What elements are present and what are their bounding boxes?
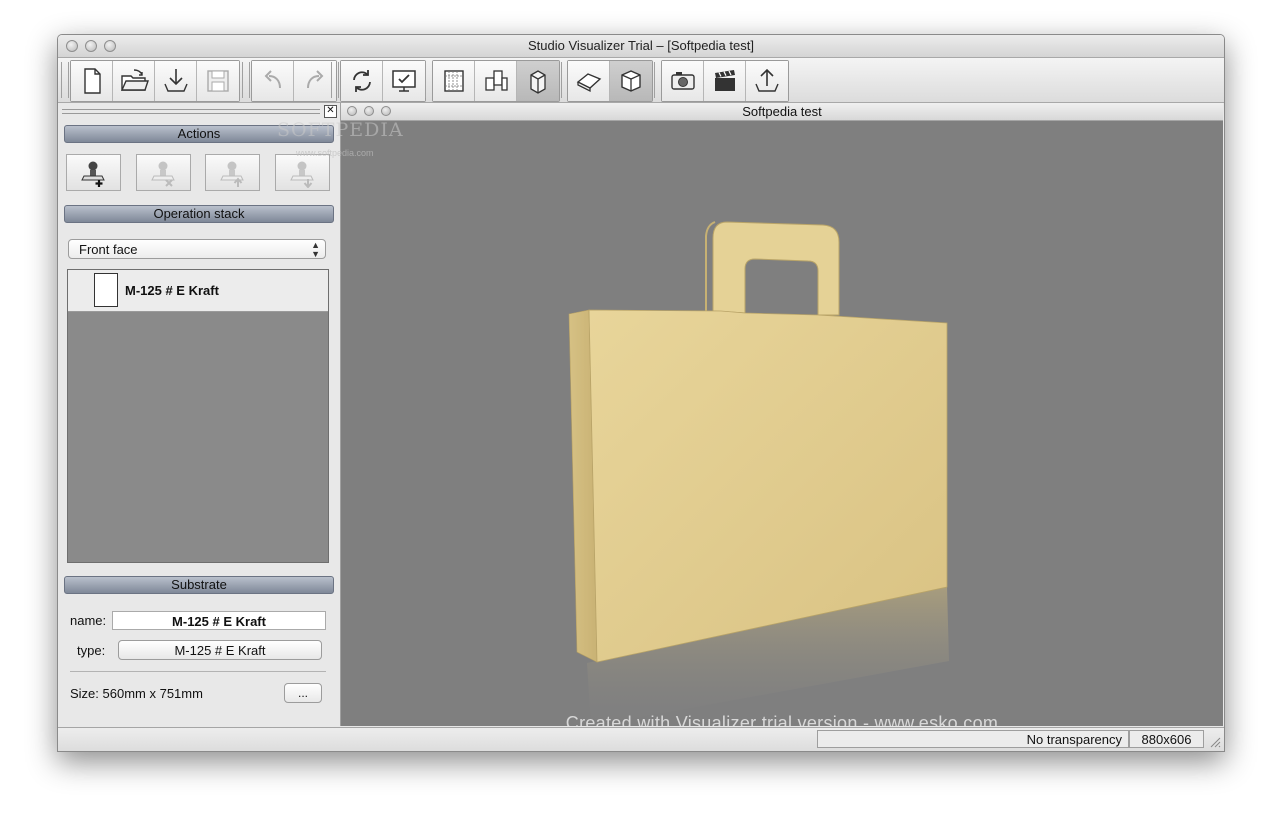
snapshot-button[interactable] <box>662 61 704 101</box>
operations-panel: ✕ Actions Operation stack Front face ▲ ▼ … <box>58 103 341 726</box>
bag-model <box>568 221 949 726</box>
monitor-check-icon <box>392 70 416 92</box>
redo-button[interactable] <box>294 61 336 101</box>
open-folder-icon <box>120 69 149 91</box>
undo-button[interactable] <box>252 61 294 101</box>
trial-watermark: Created with Visualizer trial version - … <box>565 713 999 726</box>
refresh-rotate-icon <box>352 70 371 92</box>
dimension-box-icon <box>530 70 546 94</box>
resize-grip-icon[interactable] <box>1209 736 1221 748</box>
type-label: type: <box>77 643 106 658</box>
cube-icon <box>621 70 641 92</box>
stamp-remove-icon <box>150 161 175 187</box>
new-button[interactable] <box>71 61 113 101</box>
substrate-thumbnail <box>94 273 118 307</box>
name-label: name: <box>70 613 107 628</box>
stamp-add-icon <box>80 161 105 187</box>
status-bar: No transparency 880x606 <box>58 727 1224 751</box>
softpedia-url: www.softpedia.com <box>296 148 374 158</box>
face-select[interactable]: Front face ▲ ▼ <box>68 239 326 259</box>
view-tool-group <box>340 60 426 102</box>
save-button[interactable] <box>197 61 239 101</box>
grid-view-icon <box>443 70 464 92</box>
viewport-title-bar: Softpedia test <box>341 103 1223 121</box>
divider <box>70 671 326 672</box>
substrate-type-button[interactable]: M-125 # E Kraft <box>118 640 322 660</box>
layout-tool-group <box>432 60 560 102</box>
operation-stack-header: Operation stack <box>64 205 334 223</box>
render-tool-group <box>567 60 653 102</box>
new-document-icon <box>83 68 101 94</box>
substrate-name-field[interactable]: M-125 # E Kraft <box>112 611 326 630</box>
substrate-header: Substrate <box>64 576 334 594</box>
dimension-button[interactable] <box>517 61 559 101</box>
zoom-window-button[interactable] <box>104 40 116 52</box>
title-bar: Studio Visualizer Trial – [Softpedia tes… <box>58 35 1224 58</box>
select-arrows-icon: ▲ ▼ <box>311 240 320 259</box>
import-button[interactable] <box>155 61 197 101</box>
animation-button[interactable] <box>704 61 746 101</box>
viewport-close-button[interactable] <box>347 106 357 116</box>
close-window-button[interactable] <box>66 40 78 52</box>
size-text: Size: 560mm x 751mm <box>70 686 203 701</box>
layout-button[interactable] <box>475 61 517 101</box>
flat-view-button[interactable] <box>568 61 610 101</box>
layout-blocks-icon <box>484 70 508 91</box>
remove-operation-button[interactable] <box>136 154 191 191</box>
open-button[interactable] <box>113 61 155 101</box>
face-select-value: Front face <box>79 242 138 257</box>
history-tool-group <box>251 60 337 102</box>
list-item[interactable]: M-125 # E Kraft <box>68 270 328 312</box>
softpedia-logo: SOFTPEDIA <box>277 119 404 141</box>
flat-box-icon <box>576 73 601 93</box>
save-disk-icon <box>207 70 229 92</box>
refresh-button[interactable] <box>341 61 383 101</box>
panel-grip[interactable] <box>62 109 320 114</box>
3d-viewport: Softpedia test Created with Visualizer t… <box>341 103 1223 726</box>
export-upload-icon <box>755 68 779 92</box>
panel-close-button[interactable]: ✕ <box>324 105 337 118</box>
toolbar-grip[interactable] <box>242 62 250 98</box>
main-toolbar <box>58 58 1224 103</box>
viewport-zoom-button[interactable] <box>381 106 391 116</box>
grid-view-button[interactable] <box>433 61 475 101</box>
preview-button[interactable] <box>383 61 425 101</box>
resolution-status: 880x606 <box>1129 730 1204 748</box>
add-operation-button[interactable] <box>66 154 121 191</box>
viewport-title: Softpedia test <box>742 104 822 119</box>
list-item-label: M-125 # E Kraft <box>125 283 219 298</box>
move-operation-up-button[interactable] <box>205 154 260 191</box>
stamp-up-icon <box>219 161 244 187</box>
clapperboard-icon <box>714 70 735 91</box>
move-operation-down-button[interactable] <box>275 154 330 191</box>
app-window: Studio Visualizer Trial – [Softpedia tes… <box>57 34 1225 752</box>
more-options-button[interactable]: ... <box>284 683 322 703</box>
file-tool-group <box>70 60 240 102</box>
viewport-minimize-button[interactable] <box>364 106 374 116</box>
camera-icon <box>670 72 695 90</box>
output-tool-group <box>661 60 789 102</box>
import-download-icon <box>163 69 188 92</box>
redo-icon <box>307 70 324 89</box>
toolbar-grip[interactable] <box>331 62 339 98</box>
3d-view-button[interactable] <box>610 61 652 101</box>
transparency-status: No transparency <box>817 730 1129 748</box>
export-button[interactable] <box>746 61 788 101</box>
stamp-down-icon <box>289 161 314 188</box>
minimize-window-button[interactable] <box>85 40 97 52</box>
operation-stack-list[interactable]: M-125 # E Kraft <box>67 269 329 563</box>
toolbar-grip[interactable] <box>61 62 69 98</box>
undo-icon <box>264 70 281 89</box>
render-canvas[interactable]: Created with Visualizer trial version - … <box>341 121 1223 726</box>
window-title: Studio Visualizer Trial – [Softpedia tes… <box>528 38 754 53</box>
